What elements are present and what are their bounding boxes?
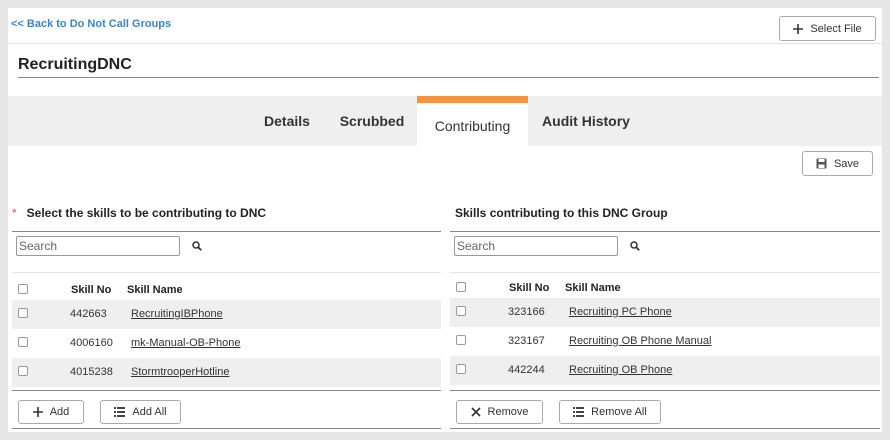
top-bar: << Back to Do Not Call Groups Select Fil… [8, 8, 882, 44]
row-checkbox[interactable] [456, 335, 466, 345]
search-icon[interactable] [630, 241, 640, 251]
skill-name-link[interactable]: Recruiting PC Phone [569, 306, 672, 318]
tab-audit-history[interactable]: Audit History [536, 96, 636, 146]
skill-no: 442663 [70, 308, 107, 320]
right-select-all-checkbox[interactable] [456, 282, 466, 292]
right-footer-divider [450, 428, 880, 429]
skill-no: 4015238 [70, 366, 113, 378]
right-table-bottom-divider [450, 390, 880, 391]
save-button[interactable]: Save [802, 151, 873, 176]
table-row: 4006160 mk-Manual-OB-Phone [12, 329, 441, 358]
add-label: Add [49, 406, 70, 418]
remove-all-label: Remove All [591, 406, 647, 418]
right-search-input[interactable] [454, 236, 618, 256]
left-panel-title: * Select the skills to be contributing to… [12, 206, 266, 220]
left-panel-title-text: Select the skills to be contributing to … [26, 206, 267, 220]
select-file-label: Select File [810, 22, 862, 35]
row-checkbox[interactable] [18, 366, 28, 376]
tab-contributing[interactable]: Contributing [417, 96, 528, 146]
floppy-disk-icon [816, 158, 827, 169]
back-to-dnc-groups-link[interactable]: << Back to Do Not Call Groups [11, 18, 171, 30]
tab-details[interactable]: Details [254, 96, 320, 146]
add-all-button[interactable]: Add All [100, 400, 181, 424]
right-col-skill-no: Skill No [509, 282, 550, 294]
remove-all-button[interactable]: Remove All [559, 400, 661, 424]
skill-no: 442244 [508, 364, 545, 376]
right-panel-title: Skills contributing to this DNC Group [455, 206, 668, 220]
left-search-divider [12, 272, 441, 273]
right-search-divider [450, 272, 880, 273]
skill-no: 323167 [508, 335, 545, 347]
left-table-bottom-divider [12, 390, 441, 391]
plus-icon [793, 23, 804, 34]
row-checkbox[interactable] [456, 364, 466, 374]
tab-scrubbed-label: Scrubbed [339, 113, 405, 129]
save-label: Save [833, 157, 860, 170]
skill-name-link[interactable]: RecruitingIBPhone [131, 308, 223, 320]
skill-name-link[interactable]: StormtrooperHotline [131, 366, 229, 378]
left-col-skill-name: Skill Name [127, 284, 183, 296]
skill-name-link[interactable]: mk-Manual-OB-Phone [131, 337, 240, 349]
add-all-label: Add All [132, 406, 167, 418]
tab-details-label: Details [264, 113, 310, 129]
list-icon [573, 407, 585, 417]
plus-icon [32, 407, 43, 417]
left-select-all-checkbox[interactable] [18, 284, 28, 294]
left-footer-divider [12, 428, 441, 429]
table-row: 4015238 StormtrooperHotline [12, 358, 441, 387]
row-checkbox[interactable] [18, 337, 28, 347]
remove-button[interactable]: Remove [456, 400, 543, 424]
close-icon [470, 407, 481, 417]
list-icon [114, 407, 126, 417]
skill-name-link[interactable]: Recruiting OB Phone [569, 364, 672, 376]
skill-name-link[interactable]: Recruiting OB Phone Manual [569, 335, 711, 347]
dnc-group-editor: << Back to Do Not Call Groups Select Fil… [8, 8, 882, 432]
tab-contributing-label: Contributing [434, 117, 511, 134]
left-divider [12, 231, 441, 232]
right-col-skill-name: Skill Name [565, 282, 621, 294]
table-row: 323167 Recruiting OB Phone Manual [450, 327, 880, 356]
left-col-skill-no: Skill No [71, 284, 112, 296]
row-checkbox[interactable] [456, 306, 466, 316]
required-mark: * [12, 206, 17, 220]
add-button[interactable]: Add [18, 400, 84, 424]
tab-bar: Details Scrubbed Contributing Audit Hist… [8, 96, 882, 146]
remove-label: Remove [487, 406, 529, 418]
table-row: 442244 Recruiting OB Phone [450, 356, 880, 385]
tab-scrubbed[interactable]: Scrubbed [334, 96, 410, 146]
search-icon[interactable] [192, 241, 202, 251]
table-row: 323166 Recruiting PC Phone [450, 298, 880, 327]
left-search-input[interactable] [16, 236, 180, 256]
skill-no: 4006160 [70, 337, 113, 349]
right-divider [450, 231, 880, 232]
skill-no: 323166 [508, 306, 545, 318]
tab-audit-history-label: Audit History [542, 113, 630, 129]
page-title: RecruitingDNC [18, 56, 879, 78]
row-checkbox[interactable] [18, 308, 28, 318]
select-file-button[interactable]: Select File [779, 16, 876, 41]
table-row: 442663 RecruitingIBPhone [12, 300, 441, 329]
